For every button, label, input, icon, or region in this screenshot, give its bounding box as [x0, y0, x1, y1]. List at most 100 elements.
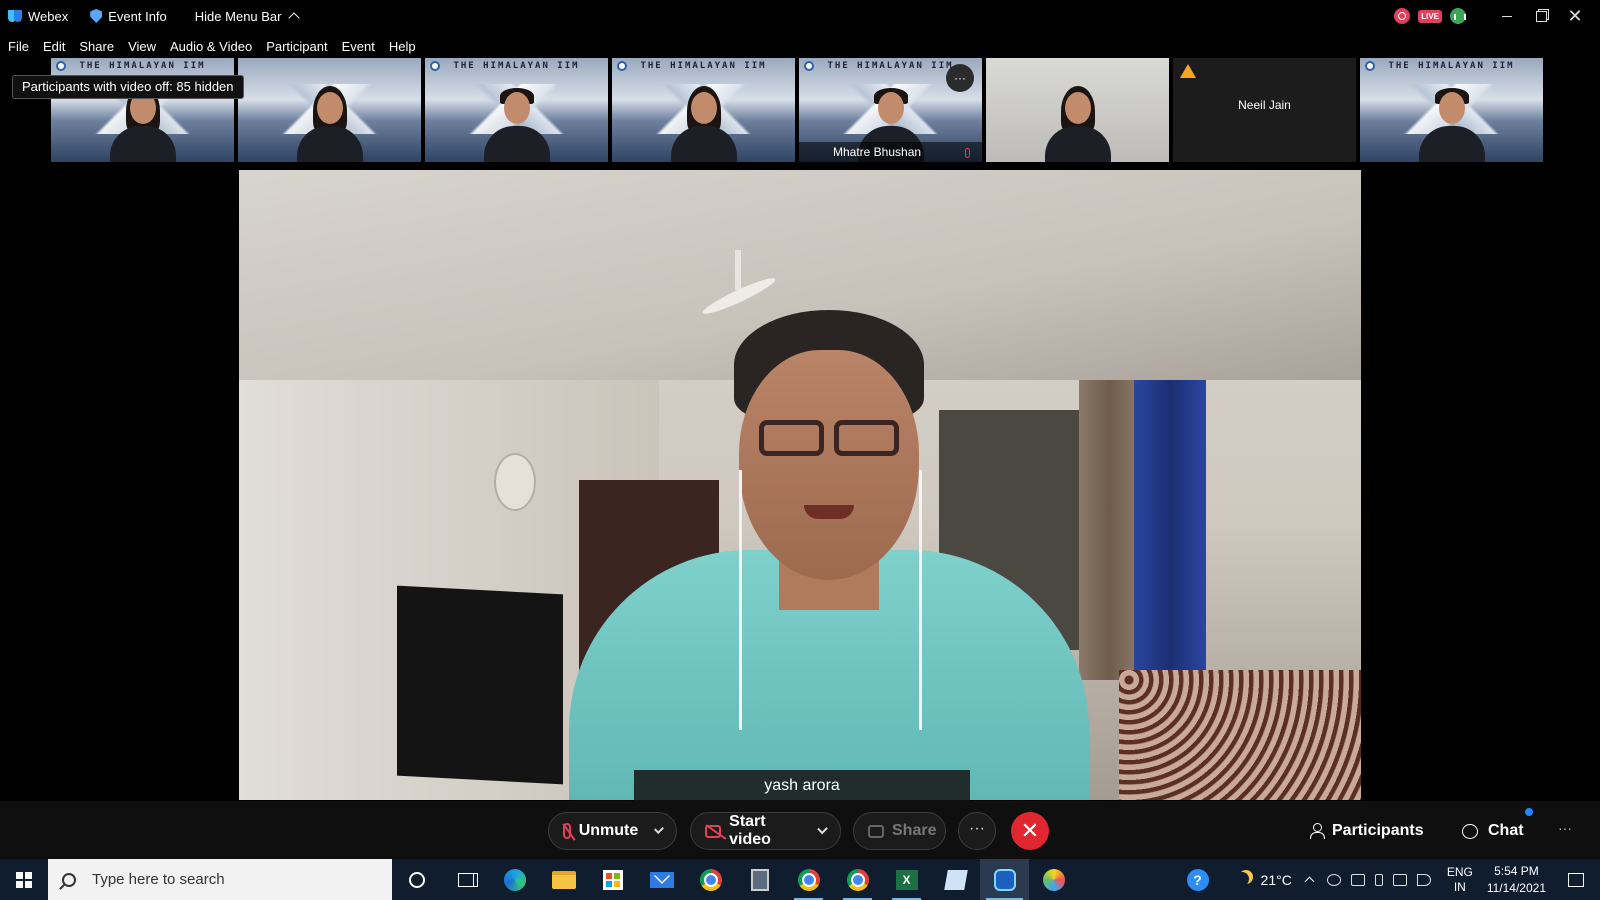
menu-bar: File Edit Share View Audio & Video Parti…: [0, 34, 422, 58]
language-indicator[interactable]: ENG IN: [1447, 865, 1473, 895]
taskbar-search-box[interactable]: Type here to search: [48, 859, 392, 900]
weather-temperature[interactable]: 21°C: [1261, 872, 1292, 888]
presenter: [569, 290, 1089, 800]
curtain: [1134, 380, 1206, 670]
participant-video: [1417, 82, 1487, 162]
mail-icon: [649, 871, 674, 888]
recording-icon[interactable]: [1394, 8, 1411, 24]
taskbar-mail[interactable]: [637, 859, 686, 900]
chrome-profile-icon: [846, 868, 869, 891]
network-stats-icon[interactable]: [1450, 8, 1466, 24]
search-icon: [62, 872, 76, 887]
thumbnail-banner: THE HIMALAYAN IIM: [453, 61, 580, 71]
chevron-down-icon[interactable]: [817, 823, 828, 835]
camera-icon[interactable]: [1350, 873, 1365, 886]
microphone-off-icon: [563, 823, 571, 839]
taskbar-excel[interactable]: X: [882, 859, 931, 900]
menu-file[interactable]: File: [8, 39, 29, 54]
close-window-button[interactable]: ✕: [1560, 0, 1590, 32]
chat-button[interactable]: Chat: [1462, 812, 1524, 850]
taskbar-store[interactable]: [588, 859, 637, 900]
taskbar-file-explorer[interactable]: [539, 859, 588, 900]
participant-thumbnail[interactable]: THE HIMALAYAN IIM: [612, 58, 795, 162]
region-code: IN: [1453, 879, 1466, 894]
taskbar-clock[interactable]: 5:54 PM 11/14/2021: [1487, 863, 1546, 897]
hidden-participants-tooltip: Participants with video off: 85 hidden: [12, 75, 244, 99]
taskbar-notes[interactable]: [931, 859, 980, 900]
menu-edit[interactable]: Edit: [43, 39, 65, 54]
participant-name: Mhatre Bhushan: [799, 142, 982, 162]
taskbar-paint[interactable]: [1029, 859, 1078, 900]
thumbnail-banner: THE HIMALAYAN IIM: [640, 61, 767, 71]
menu-audio-video[interactable]: Audio & Video: [170, 39, 252, 54]
cortana-button[interactable]: [392, 859, 441, 900]
menu-participant[interactable]: Participant: [266, 39, 327, 54]
title-bar: Webex Event Info Hide Menu Bar LIVE ✕: [0, 0, 1600, 32]
menu-view[interactable]: View: [128, 39, 156, 54]
wall-clock: [494, 453, 536, 511]
taskbar-webex[interactable]: [980, 859, 1029, 900]
unmute-label: Unmute: [578, 822, 639, 839]
overflow-menu-button[interactable]: ···: [1558, 820, 1572, 836]
notifications-icon[interactable]: [1568, 872, 1584, 887]
menu-share[interactable]: Share: [79, 39, 114, 54]
store-icon: [602, 869, 623, 890]
task-view-button[interactable]: [441, 859, 490, 900]
webex-icon: [993, 868, 1016, 891]
live-badge[interactable]: LIVE: [1418, 9, 1442, 23]
task-view-icon: [457, 872, 474, 887]
participant-thumbnail[interactable]: Neeil Jain: [1173, 58, 1356, 162]
taskbar-chrome-profile-2[interactable]: [833, 859, 882, 900]
chevron-up-icon: [287, 12, 300, 24]
participants-button[interactable]: Participants: [1310, 812, 1424, 850]
taskbar-chrome-profile[interactable]: [784, 859, 833, 900]
chat-icon: [1462, 823, 1478, 839]
participant-thumbnail[interactable]: [986, 58, 1169, 162]
notes-icon: [943, 869, 968, 890]
event-info-button[interactable]: Event Info: [90, 9, 167, 24]
participant-thumbnail[interactable]: THE HIMALAYAN IIM: [425, 58, 608, 162]
menu-help[interactable]: Help: [389, 39, 416, 54]
thumbnail-banner: THE HIMALAYAN IIM: [79, 61, 206, 71]
participant-thumbnail[interactable]: THE HIMALAYAN IIM: [51, 58, 234, 162]
more-options-button[interactable]: ···: [958, 812, 996, 850]
chevron-down-icon[interactable]: [654, 824, 664, 834]
active-speaker-video[interactable]: [239, 170, 1361, 800]
minimize-button[interactable]: [1492, 0, 1522, 32]
maximize-button[interactable]: [1526, 0, 1556, 32]
chrome-icon: [699, 868, 722, 891]
start-video-button[interactable]: Start video: [690, 812, 841, 850]
taskbar-chrome[interactable]: [686, 859, 735, 900]
taskbar-edge[interactable]: [490, 859, 539, 900]
calculator-icon: [750, 868, 769, 891]
participant-thumbnail[interactable]: THE HIMALAYAN IIM ··· Mhatre Bhushan: [799, 58, 982, 162]
weather-moon-icon[interactable]: [1235, 872, 1249, 886]
participant-thumbnail[interactable]: THE HIMALAYAN IIM: [1360, 58, 1543, 162]
system-tray: ? 21°C ENG IN 5:54 PM 11/14/2021: [1186, 859, 1600, 900]
help-icon[interactable]: ?: [1186, 868, 1209, 891]
hide-menu-label: Hide Menu Bar: [194, 8, 282, 24]
speaker-name-label: yash arora: [634, 770, 970, 801]
event-info-label: Event Info: [108, 8, 167, 24]
network-icon[interactable]: [1392, 873, 1407, 886]
hide-menu-bar-button[interactable]: Hide Menu Bar: [194, 8, 300, 24]
windows-logo-icon: [16, 871, 32, 888]
microphone-icon[interactable]: [1374, 873, 1383, 886]
taskbar-calculator[interactable]: [735, 859, 784, 900]
participant-thumbnail[interactable]: [238, 58, 421, 162]
menu-event[interactable]: Event: [342, 39, 375, 54]
volume-muted-icon[interactable]: [1416, 873, 1431, 886]
onedrive-icon[interactable]: [1326, 873, 1341, 886]
share-screen-icon: [868, 824, 884, 838]
camera-off-icon: [705, 824, 722, 838]
share-button[interactable]: Share: [853, 812, 946, 850]
leave-meeting-button[interactable]: ✕: [1011, 812, 1049, 850]
unmute-button[interactable]: Unmute: [548, 812, 677, 850]
start-button[interactable]: [0, 859, 48, 900]
app-name: Webex: [28, 8, 69, 24]
thumbnail-more-button[interactable]: ···: [946, 64, 974, 92]
participant-name: Neeil Jain: [1238, 98, 1291, 112]
folder-icon: [551, 870, 576, 889]
meeting-controls: Unmute Start video Share ··· ✕ Participa…: [0, 801, 1600, 859]
show-hidden-icons-button[interactable]: [1304, 876, 1315, 887]
